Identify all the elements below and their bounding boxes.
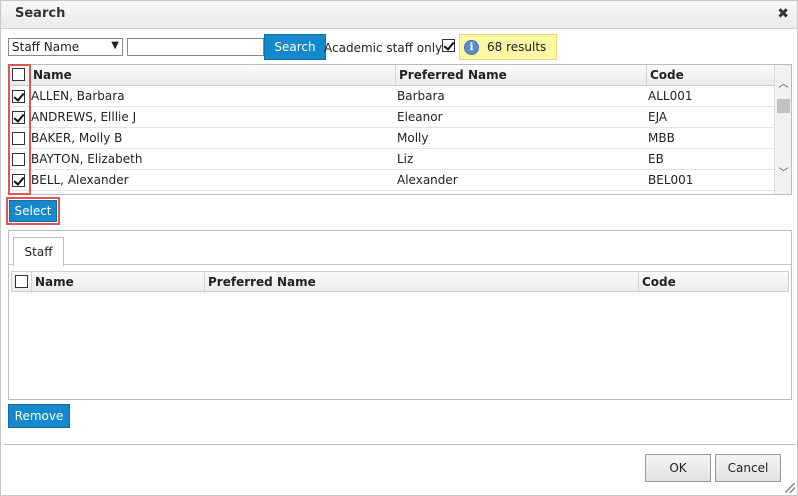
results-badge: i 68 results (459, 34, 557, 60)
results-grid: Name Preferred Name Code ALLEN, Barbara … (8, 64, 792, 195)
row-checkbox[interactable] (12, 111, 25, 124)
search-row: Staff Name ▼ Search Academic staff only?… (8, 34, 798, 62)
dialog-title: Search (15, 6, 66, 21)
selected-staff-panel: Staff Name Preferred Name Code (8, 230, 792, 400)
selected-column-header-name[interactable]: Name (31, 272, 204, 293)
academic-staff-label: Academic staff only? (324, 41, 449, 55)
selected-select-all-checkbox[interactable] (15, 275, 28, 288)
cell-preferred-name: Molly (397, 131, 429, 145)
selected-column-header-code[interactable]: Code (638, 272, 788, 293)
tab-strip: Staff (9, 231, 791, 266)
search-field-select[interactable]: Staff Name ▼ (8, 38, 123, 56)
selected-column-header-preferred-name[interactable]: Preferred Name (204, 272, 638, 293)
search-input[interactable] (127, 38, 264, 56)
select-button-highlight: Select (6, 197, 60, 225)
row-checkbox[interactable] (12, 153, 25, 166)
scroll-up-icon[interactable]: ︿ (775, 77, 791, 93)
tab-staff[interactable]: Staff (13, 237, 64, 266)
cell-name: BELL, Alexander (31, 173, 129, 187)
column-header-preferred-name[interactable]: Preferred Name (395, 65, 646, 86)
cell-preferred-name: Eleanor (397, 110, 443, 124)
cell-preferred-name: Barbara (397, 89, 445, 103)
cell-code: EJA (648, 110, 668, 124)
table-row[interactable]: BELL, Alexander Alexander BEL001 (9, 170, 775, 191)
cell-name: BAYTON, Elizabeth (31, 152, 143, 166)
resize-grip-icon[interactable] (785, 483, 795, 493)
cell-preferred-name: Liz (397, 152, 414, 166)
remove-button[interactable]: Remove (8, 404, 70, 428)
cell-name: BAKER, Molly B (31, 131, 123, 145)
row-checkbox[interactable] (12, 132, 25, 145)
cell-code: ALL001 (648, 89, 693, 103)
academic-staff-checkbox[interactable] (442, 39, 455, 52)
column-header-code[interactable]: Code (646, 65, 775, 86)
search-field-select-value: Staff Name (12, 40, 80, 54)
cell-code: MBB (648, 131, 675, 145)
chevron-down-icon: ▼ (111, 40, 119, 51)
table-row[interactable]: ALLEN, Barbara Barbara ALL001 (9, 86, 775, 107)
table-row[interactable]: BAKER, Molly B Molly MBB (9, 128, 775, 149)
cell-code: EB (648, 152, 664, 166)
ok-button[interactable]: OK (645, 454, 711, 482)
search-button[interactable]: Search (264, 34, 326, 60)
close-icon[interactable]: ✖ (777, 7, 789, 21)
scrollbar-thumb[interactable] (777, 99, 790, 113)
title-bar: Search ✖ (1, 1, 797, 29)
cell-code: BEL001 (648, 173, 694, 187)
search-dialog: Search ✖ Staff Name ▼ Search Academic st… (0, 0, 798, 496)
row-checkbox[interactable] (12, 174, 25, 187)
results-count: 68 results (487, 40, 547, 54)
column-header-name[interactable]: Name (29, 65, 395, 86)
cell-preferred-name: Alexander (397, 173, 458, 187)
cancel-button[interactable]: Cancel (715, 454, 781, 482)
row-checkbox[interactable] (12, 90, 25, 103)
select-button[interactable]: Select (9, 200, 57, 222)
footer-divider (4, 444, 796, 445)
cell-name: ALLEN, Barbara (31, 89, 125, 103)
info-icon: i (464, 39, 479, 55)
scroll-down-icon[interactable]: ﹀ (775, 166, 791, 182)
results-scrollbar[interactable]: ︿ ﹀ (774, 65, 791, 194)
cell-name: ANDREWS, Elllie J (31, 110, 137, 124)
table-row[interactable]: BAYTON, Elizabeth Liz EB (9, 149, 775, 170)
results-grid-header: Name Preferred Name Code (9, 65, 775, 86)
select-all-checkbox[interactable] (12, 68, 25, 81)
table-row[interactable]: ANDREWS, Elllie J Eleanor EJA (9, 107, 775, 128)
selected-grid-header: Name Preferred Name Code (11, 271, 789, 293)
